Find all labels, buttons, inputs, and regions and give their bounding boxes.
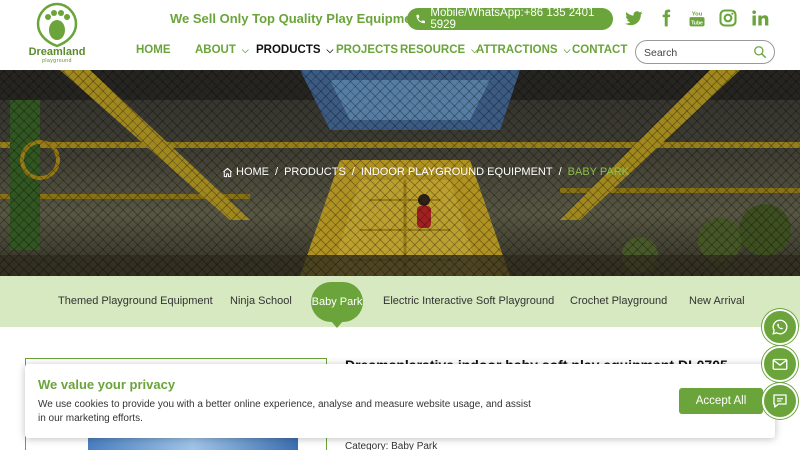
- nav-home[interactable]: HOME: [136, 44, 171, 56]
- breadcrumb: HOME / PRODUCTS / INDOOR PLAYGROUND EQUI…: [222, 166, 629, 178]
- whatsapp-button[interactable]: [762, 309, 798, 345]
- nav-contact-label: CONTACT: [572, 44, 628, 56]
- home-icon: [223, 167, 232, 177]
- search-box[interactable]: [635, 40, 775, 64]
- search-icon[interactable]: [753, 45, 767, 59]
- hero-banner: HOME / PRODUCTS / INDOOR PLAYGROUND EQUI…: [0, 70, 800, 276]
- facebook-icon[interactable]: [656, 8, 676, 28]
- whatsapp-icon: [772, 319, 788, 335]
- nav-products-label: PRODUCTS: [256, 44, 321, 56]
- email-button[interactable]: [762, 346, 798, 382]
- category-baby-park-active[interactable]: Baby Park: [311, 282, 363, 328]
- svg-text:Tube: Tube: [691, 20, 703, 26]
- tagline: We Sell Only Top Quality Play Equipment: [170, 11, 424, 26]
- brand-name: Dreamland: [28, 46, 86, 58]
- product-category[interactable]: Category: Baby Park: [345, 441, 437, 450]
- chevron-down-icon: ⌵: [563, 44, 571, 55]
- category-ninja[interactable]: Ninja School: [230, 295, 292, 307]
- phone-button[interactable]: Mobile/WhatsApp:+86 135 2401 5929: [407, 7, 613, 31]
- twitter-icon[interactable]: [624, 8, 644, 28]
- youtube-icon[interactable]: Tube You: [687, 8, 707, 28]
- message-button[interactable]: [762, 383, 798, 419]
- breadcrumb-separator: /: [558, 166, 562, 178]
- nav-attractions[interactable]: ATTRACTIONS ⌵: [476, 44, 570, 56]
- nav-resource-label: RESOURCE: [400, 44, 466, 56]
- nav-projects-label: PROJECTS: [336, 44, 398, 56]
- breadcrumb-home[interactable]: HOME: [236, 166, 269, 178]
- nav-resource[interactable]: RESOURCE ⌵: [400, 44, 478, 56]
- category-new-arrival[interactable]: New Arrival: [689, 295, 745, 307]
- nav-home-label: HOME: [136, 44, 171, 56]
- category-crochet[interactable]: Crochet Playground: [570, 295, 667, 307]
- accept-all-button[interactable]: Accept All: [679, 388, 763, 414]
- linkedin-icon[interactable]: [750, 8, 770, 28]
- chevron-down-icon: ⌵: [241, 44, 249, 55]
- breadcrumb-separator: /: [351, 166, 355, 178]
- breadcrumb-products[interactable]: PRODUCTS: [284, 166, 346, 178]
- breadcrumb-indoor[interactable]: INDOOR PLAYGROUND EQUIPMENT: [361, 166, 553, 178]
- svg-text:You: You: [692, 12, 703, 18]
- logo[interactable]: Dreamland playground: [26, 0, 88, 66]
- nav-about-label: ABOUT: [195, 44, 236, 56]
- category-electric[interactable]: Electric Interactive Soft Playground: [383, 295, 554, 307]
- breadcrumb-separator: /: [275, 166, 279, 178]
- search-input[interactable]: [644, 45, 749, 60]
- message-icon: [773, 394, 787, 408]
- site-header: Dreamland playground We Sell Only Top Qu…: [0, 0, 800, 70]
- category-bar: Themed Playground Equipment Ninja School…: [0, 276, 800, 328]
- nav-projects[interactable]: PROJECTS: [336, 44, 398, 56]
- email-icon: [772, 358, 788, 370]
- cookie-title: We value your privacy: [38, 377, 176, 392]
- cookie-banner: We value your privacy We use cookies to …: [25, 364, 775, 438]
- breadcrumb-current: BABY PARK: [567, 166, 629, 178]
- nav-products[interactable]: PRODUCTS ⌵: [256, 44, 333, 56]
- nav-about[interactable]: ABOUT ⌵: [195, 44, 249, 56]
- nav-attractions-label: ATTRACTIONS: [476, 44, 558, 56]
- cookie-text: We use cookies to provide you with a bet…: [38, 399, 531, 424]
- brand-sub: playground: [42, 58, 72, 64]
- instagram-icon[interactable]: [718, 8, 738, 28]
- dreamland-logo-icon: [36, 2, 78, 48]
- chevron-down-icon: ⌵: [326, 44, 334, 55]
- phone-number: Mobile/WhatsApp:+86 135 2401 5929: [430, 7, 595, 31]
- category-themed[interactable]: Themed Playground Equipment: [58, 295, 213, 307]
- phone-icon: [416, 14, 425, 24]
- nav-contact[interactable]: CONTACT: [572, 44, 627, 56]
